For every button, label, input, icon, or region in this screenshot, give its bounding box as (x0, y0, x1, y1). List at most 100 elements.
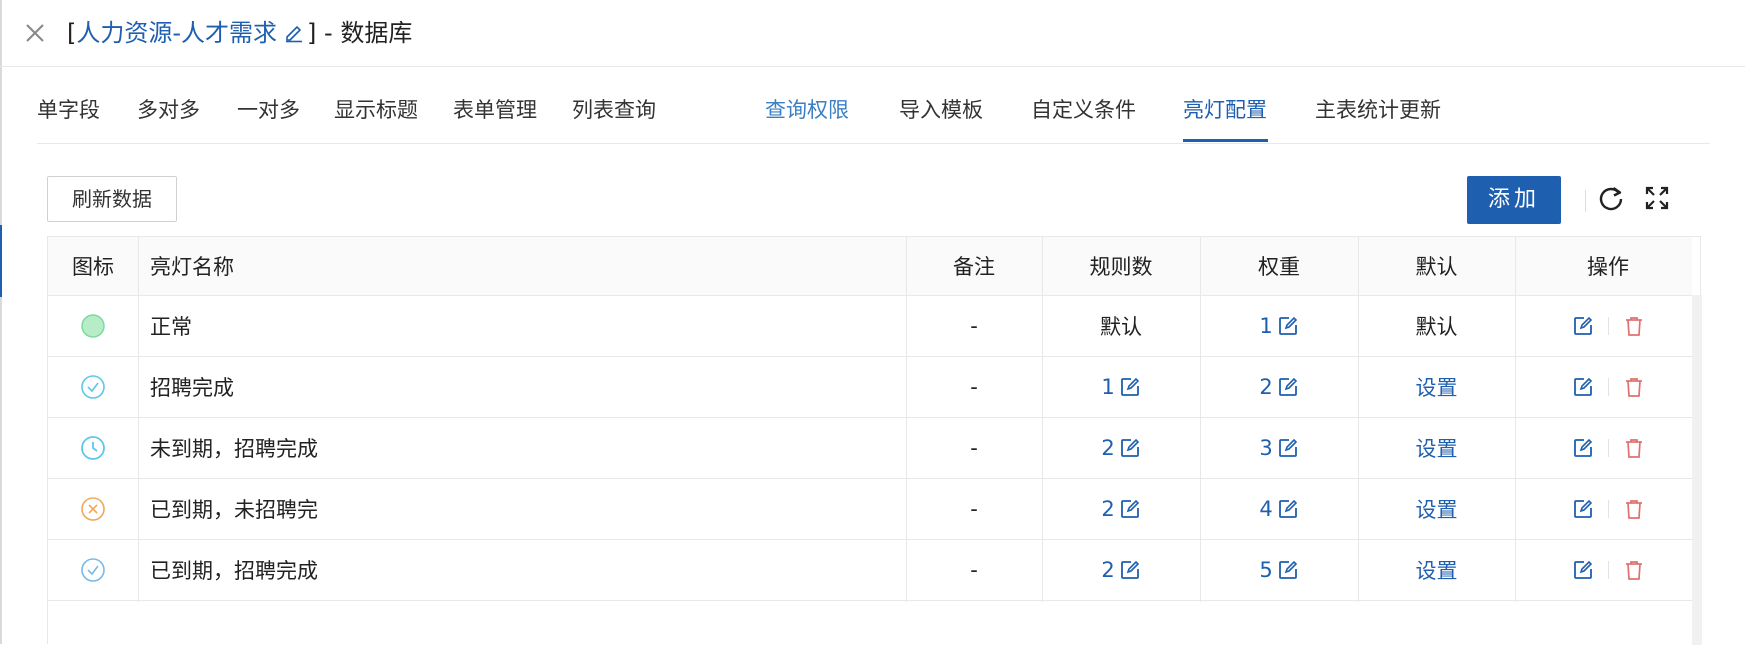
dialog-header: [人力资源-人才需求 ] - 数据库 (0, 0, 1745, 67)
note-value: - (970, 435, 978, 460)
title-name[interactable]: 人力资源-人才需求 (76, 19, 277, 47)
edit-icon[interactable] (1572, 315, 1594, 337)
rules-value: 默认 (1100, 314, 1142, 339)
set-default-link[interactable]: 设置 (1416, 494, 1458, 524)
rules-edit-link[interactable]: 2 (1101, 497, 1140, 521)
weight-edit-link[interactable]: 4 (1259, 497, 1298, 521)
weight-edit-link[interactable]: 5 (1259, 558, 1298, 582)
weight-edit-link[interactable]: 3 (1259, 436, 1298, 460)
row-actions (1572, 559, 1645, 581)
close-icon[interactable] (22, 20, 48, 46)
note-value: - (970, 496, 978, 521)
light-config-table: 图标 亮灯名称 备注 规则数 权重 默认 操作 正常 - 默认 1 默认 招聘完… (47, 236, 1702, 645)
delete-icon[interactable] (1623, 315, 1645, 337)
col-header-actions: 操作 (1587, 255, 1629, 279)
action-divider (1607, 438, 1609, 457)
row-actions (1572, 437, 1645, 459)
tab-custom-condition[interactable]: 自定义条件 (1031, 96, 1136, 124)
tab-many-to-many[interactable]: 多对多 (137, 96, 200, 124)
refresh-data-button[interactable]: 刷新数据 (47, 176, 177, 222)
weight-edit-link[interactable]: 2 (1259, 375, 1298, 399)
table-row: 已到期，招聘完成 - 2 5 设置 (48, 539, 1692, 601)
rules-value: 2 (1101, 435, 1115, 460)
weight-value: 3 (1259, 435, 1273, 460)
check-circle-icon (81, 557, 105, 582)
add-button[interactable]: 添加 (1467, 176, 1561, 224)
reload-icon[interactable] (1597, 184, 1625, 212)
rules-edit-link[interactable]: 1 (1101, 375, 1140, 399)
page-title: [人力资源-人才需求 ] - 数据库 (67, 17, 412, 49)
fullscreen-icon[interactable] (1644, 185, 1670, 211)
set-default-link[interactable]: 设置 (1416, 433, 1458, 463)
delete-icon[interactable] (1623, 437, 1645, 459)
clock-icon (81, 435, 105, 460)
edit-icon (1120, 438, 1139, 457)
light-name: 招聘完成 (150, 375, 234, 400)
default-value: 默认 (1415, 314, 1458, 339)
action-divider (1607, 499, 1609, 518)
tab-list-query[interactable]: 列表查询 (572, 96, 656, 124)
weight-edit-link[interactable]: 1 (1259, 314, 1298, 338)
tab-light-config[interactable]: 亮灯配置 (1183, 96, 1267, 124)
table-scrollbar[interactable] (1692, 295, 1702, 645)
tab-one-to-many[interactable]: 一对多 (237, 96, 300, 124)
col-header-weight: 权重 (1258, 255, 1300, 279)
edit-icon[interactable] (1572, 437, 1594, 459)
col-header-name: 亮灯名称 (150, 255, 234, 279)
table-header-row: 图标 亮灯名称 备注 规则数 权重 默认 操作 (48, 237, 1692, 296)
green-dot-icon (81, 313, 105, 338)
pen-icon[interactable] (283, 21, 305, 43)
table-row: 正常 - 默认 1 默认 (48, 295, 1692, 357)
title-bracket: [ (67, 19, 77, 47)
delete-icon[interactable] (1623, 559, 1645, 581)
rules-value: 2 (1101, 557, 1115, 582)
col-header-note: 备注 (953, 255, 995, 279)
title-suffix: ] - 数据库 (307, 19, 413, 47)
action-divider (1607, 377, 1609, 396)
close-circle-icon (81, 496, 105, 521)
edit-icon (1278, 316, 1297, 335)
set-default-link[interactable]: 设置 (1416, 372, 1458, 402)
active-tab-indicator (1183, 139, 1268, 142)
window-left-accent (0, 225, 2, 297)
table-row: 未到期，招聘完成 - 2 3 设置 (48, 417, 1692, 479)
note-value: - (970, 374, 978, 399)
weight-value: 4 (1259, 496, 1273, 521)
edit-icon (1120, 377, 1139, 396)
window-left-border (0, 0, 2, 644)
action-divider (1607, 316, 1609, 335)
edit-icon[interactable] (1572, 559, 1594, 581)
light-name: 未到期，招聘完成 (150, 436, 318, 461)
set-default-link[interactable]: 设置 (1416, 555, 1458, 585)
column-divider (138, 237, 139, 602)
tab-import-template[interactable]: 导入模板 (899, 96, 983, 124)
col-header-rules: 规则数 (1089, 255, 1153, 279)
column-divider (906, 237, 907, 602)
check-circle-icon (81, 374, 105, 399)
delete-icon[interactable] (1623, 498, 1645, 520)
rules-edit-link[interactable]: 2 (1101, 436, 1140, 460)
edit-icon[interactable] (1572, 498, 1594, 520)
row-actions (1572, 376, 1645, 398)
table-row: 已到期，未招聘完 - 2 4 设置 (48, 478, 1692, 540)
col-header-icon: 图标 (72, 255, 114, 279)
delete-icon[interactable] (1623, 376, 1645, 398)
weight-value: 1 (1259, 313, 1273, 338)
edit-icon[interactable] (1572, 376, 1594, 398)
rules-value: 2 (1101, 496, 1115, 521)
tab-query-permission[interactable]: 查询权限 (765, 96, 849, 124)
tab-single-field[interactable]: 单字段 (37, 96, 100, 124)
tab-form-management[interactable]: 表单管理 (453, 96, 537, 124)
row-actions (1572, 498, 1645, 520)
row-actions (1572, 315, 1645, 337)
weight-value: 2 (1259, 374, 1273, 399)
tab-main-stat-update[interactable]: 主表统计更新 (1315, 96, 1441, 124)
rules-edit-link[interactable]: 2 (1101, 558, 1140, 582)
tab-display-title[interactable]: 显示标题 (334, 96, 418, 124)
light-name: 已到期，招聘完成 (150, 558, 318, 583)
column-divider (1515, 237, 1516, 602)
note-value: - (970, 557, 978, 582)
edit-icon (1278, 438, 1297, 457)
light-name: 已到期，未招聘完 (150, 497, 318, 522)
column-divider (1200, 237, 1201, 602)
